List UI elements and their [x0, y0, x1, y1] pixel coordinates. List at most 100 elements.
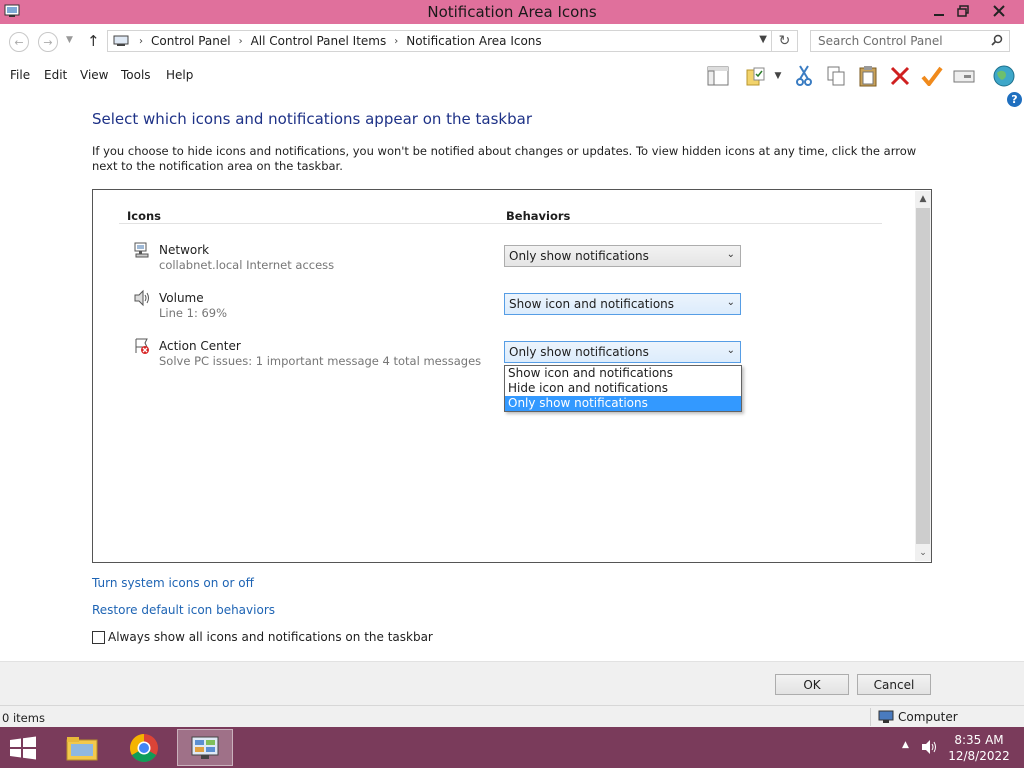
scroll-down-icon[interactable]: ⌄	[915, 545, 931, 561]
clock-date: 12/8/2022	[948, 749, 1010, 763]
globe-icon	[993, 65, 1015, 87]
header-divider	[119, 223, 882, 224]
chevron-right-icon[interactable]: ›	[394, 36, 398, 47]
icons-list-panel: Icons Behaviors Network collabnet.local …	[92, 189, 932, 563]
chevron-down-icon: ⌄	[726, 249, 735, 260]
dropdown-option-show-icon[interactable]: Show icon and notifications	[505, 366, 741, 381]
folder-dropdown-button[interactable]: ▼	[770, 64, 786, 88]
status-bar: 0 items Computer	[0, 705, 1024, 727]
folder-check-icon	[746, 67, 765, 86]
volume-icon	[134, 289, 149, 307]
title-bar: Notification Area Icons	[0, 0, 1024, 24]
cut-button[interactable]	[792, 64, 816, 88]
windows-start-icon[interactable]	[8, 736, 38, 760]
menu-view[interactable]: View	[80, 68, 108, 82]
behaviors-column-header: Behaviors	[506, 209, 571, 223]
turn-system-icons-link[interactable]: Turn system icons on or off	[92, 576, 254, 590]
forward-button[interactable]: →	[38, 32, 58, 52]
scrollbar-thumb[interactable]	[916, 208, 930, 544]
search-icon[interactable]	[991, 34, 1003, 46]
behavior-value-action-center: Only show notifications	[509, 345, 649, 359]
scroll-up-icon[interactable]: ▲	[915, 191, 931, 207]
restore-button[interactable]	[948, 0, 978, 22]
menu-file[interactable]: File	[10, 68, 30, 82]
always-show-label[interactable]: Always show all icons and notifications …	[108, 630, 433, 644]
control-panel-icon	[191, 736, 219, 759]
menu-tools[interactable]: Tools	[121, 68, 151, 82]
page-description: If you choose to hide icons and notifica…	[92, 144, 917, 173]
refresh-button[interactable]: ↻	[772, 30, 798, 52]
back-arrow-icon: ←	[14, 35, 24, 49]
ok-button[interactable]: OK	[775, 674, 849, 695]
taskbar: ▲ 8:35 AM 12/8/2022	[0, 727, 1024, 768]
cancel-button[interactable]: Cancel	[857, 674, 931, 695]
behavior-select-volume[interactable]: Show icon and notifications ⌄	[504, 293, 741, 315]
copy-icon	[827, 66, 845, 86]
menu-edit[interactable]: Edit	[44, 68, 67, 82]
chevron-right-icon[interactable]: ›	[239, 36, 243, 47]
layout-icon	[707, 66, 729, 86]
chrome-icon	[130, 733, 158, 762]
layout-button[interactable]	[706, 64, 730, 88]
minimize-icon	[934, 14, 944, 16]
volume-tray-icon[interactable]	[920, 738, 938, 756]
checkmark-button[interactable]	[920, 64, 944, 88]
chevron-down-icon: ⌄	[726, 345, 735, 356]
restore-default-link[interactable]: Restore default icon behaviors	[92, 603, 275, 617]
row-name-network: Network	[159, 243, 210, 257]
dropdown-option-hide-icon[interactable]: Hide icon and notifications	[505, 381, 741, 396]
menu-help[interactable]: Help	[166, 68, 193, 82]
behavior-select-action-center[interactable]: Only show notifications ⌄	[504, 341, 741, 363]
computer-icon	[113, 35, 129, 46]
show-hidden-icons-button[interactable]: ▲	[902, 740, 909, 750]
restore-icon	[957, 5, 969, 17]
taskbar-control-panel[interactable]	[177, 729, 233, 766]
taskbar-chrome[interactable]	[116, 729, 172, 766]
action-center-icon	[135, 338, 149, 354]
breadcrumb-control-panel[interactable]: Control Panel	[151, 34, 231, 48]
chevron-down-icon[interactable]: ▼	[759, 34, 767, 45]
up-button[interactable]: ↑	[87, 32, 100, 50]
search-field[interactable]	[810, 30, 1010, 52]
paste-button[interactable]	[856, 64, 880, 88]
breadcrumb-all-items[interactable]: All Control Panel Items	[251, 34, 387, 48]
dropdown-option-only-notifications[interactable]: Only show notifications	[505, 396, 741, 411]
back-button[interactable]: ←	[9, 32, 29, 52]
row-description-network: collabnet.local Internet access	[159, 258, 335, 272]
folder-check-button[interactable]	[744, 64, 768, 88]
forward-arrow-icon: →	[43, 35, 53, 49]
item-count: 0 items	[2, 711, 45, 725]
breadcrumb-notification-area-icons[interactable]: Notification Area Icons	[406, 34, 541, 48]
cut-icon	[796, 65, 812, 86]
computer-icon	[878, 710, 894, 723]
icons-column-header: Icons	[127, 209, 162, 223]
taskbar-file-explorer[interactable]	[54, 729, 110, 766]
checkmark-icon	[921, 66, 943, 86]
globe-button[interactable]	[990, 64, 1018, 88]
copy-button[interactable]	[824, 64, 848, 88]
row-description-volume: Line 1: 69%	[159, 306, 228, 320]
chevron-right-icon: ›	[139, 35, 143, 47]
always-show-checkbox[interactable]	[92, 630, 105, 644]
breadcrumb[interactable]: › Control Panel › All Control Panel Item…	[107, 30, 772, 52]
row-name-action-center: Action Center	[159, 339, 241, 353]
recent-pages-dropdown[interactable]: ▼	[66, 35, 73, 45]
behavior-select-network[interactable]: Only show notifications ⌄	[504, 245, 741, 267]
taskbar-clock[interactable]: 8:35 AM 12/8/2022	[945, 732, 1013, 764]
status-location-label: Computer	[898, 710, 958, 724]
always-show-option[interactable]: Always show all icons and notifications …	[92, 630, 433, 644]
page-title: Select which icons and notifications app…	[92, 110, 532, 128]
menu-bar: File Edit View Tools Help ▼	[0, 60, 1024, 90]
file-explorer-icon	[66, 736, 98, 760]
row-name-volume: Volume	[159, 291, 204, 305]
properties-button[interactable]	[952, 64, 976, 88]
behavior-dropdown-list: Show icon and notifications Hide icon an…	[504, 365, 742, 412]
help-icon[interactable]: ?	[1007, 92, 1022, 107]
status-divider	[870, 708, 871, 726]
delete-button[interactable]	[888, 64, 912, 88]
clock-time: 8:35 AM	[954, 733, 1004, 747]
close-icon	[993, 5, 1005, 17]
search-input[interactable]	[811, 31, 981, 51]
close-button[interactable]	[980, 0, 1018, 22]
vertical-scrollbar[interactable]: ▲ ⌄	[915, 191, 931, 561]
